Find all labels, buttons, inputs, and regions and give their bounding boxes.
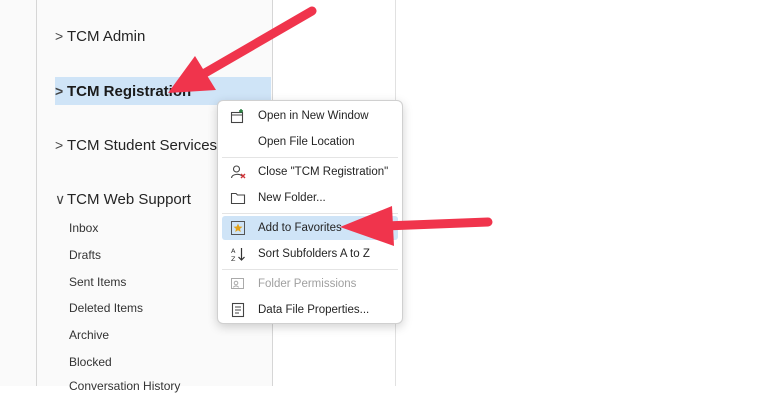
menu-item-label: Folder Permissions (258, 278, 357, 290)
permissions-icon (230, 276, 246, 292)
chevron-right-icon: > (55, 137, 64, 153)
folder-group-label: TCM Admin (67, 27, 146, 45)
left-app-rail (0, 0, 37, 386)
folder-item-sent-items[interactable]: Sent Items (69, 272, 126, 292)
folder-item-blocked[interactable]: Blocked (69, 352, 112, 372)
folder-group-label: TCM Registration (67, 82, 192, 100)
menu-item-new-folder[interactable]: New Folder... (222, 186, 398, 210)
chevron-right-icon: > (55, 28, 64, 44)
context-menu: Open in New Window Open File Location Cl… (217, 100, 403, 324)
svg-text:A: A (231, 247, 236, 255)
reading-pane (396, 0, 768, 386)
menu-item-label: Data File Properties... (258, 304, 370, 316)
menu-item-data-file-properties[interactable]: Data File Properties... (222, 298, 398, 322)
chevron-right-icon: > (55, 83, 64, 99)
folder-icon (230, 190, 246, 206)
folder-item-drafts[interactable]: Drafts (69, 245, 101, 265)
chevron-down-icon: ∨ (55, 190, 66, 207)
menu-item-close-group[interactable]: Close "TCM Registration" (222, 160, 398, 184)
close-person-icon (230, 164, 246, 180)
menu-item-label: Sort Subfolders A to Z (258, 248, 370, 260)
folder-group-label: TCM Web Support (67, 190, 191, 208)
menu-item-label: New Folder... (258, 192, 326, 204)
sort-az-icon: A Z (230, 246, 246, 262)
menu-item-label: Add to Favorites (258, 222, 342, 234)
menu-separator (222, 213, 398, 214)
favorites-star-icon (230, 220, 246, 236)
menu-item-add-to-favorites[interactable]: Add to Favorites (222, 216, 398, 240)
menu-item-sort-subfolders[interactable]: A Z Sort Subfolders A to Z (222, 242, 398, 266)
menu-item-folder-permissions[interactable]: Folder Permissions (222, 272, 398, 296)
properties-icon (230, 302, 246, 318)
menu-item-label: Open File Location (258, 136, 355, 148)
folder-item-conversation-history[interactable]: Conversation History (69, 376, 180, 396)
folder-group-tcm-admin[interactable]: > TCM Admin (55, 22, 271, 50)
menu-item-label: Close "TCM Registration" (258, 166, 389, 178)
menu-separator (222, 269, 398, 270)
menu-item-open-file-location[interactable]: Open File Location (222, 130, 398, 154)
folder-item-archive[interactable]: Archive (69, 325, 109, 345)
new-window-icon (230, 108, 246, 124)
menu-item-open-new-window[interactable]: Open in New Window (222, 104, 398, 128)
menu-item-label: Open in New Window (258, 110, 369, 122)
folder-item-deleted-items[interactable]: Deleted Items (69, 298, 143, 318)
svg-text:Z: Z (231, 255, 236, 262)
folder-item-inbox[interactable]: Inbox (69, 218, 98, 238)
menu-separator (222, 157, 398, 158)
folder-group-label: TCM Student Services (67, 136, 218, 154)
